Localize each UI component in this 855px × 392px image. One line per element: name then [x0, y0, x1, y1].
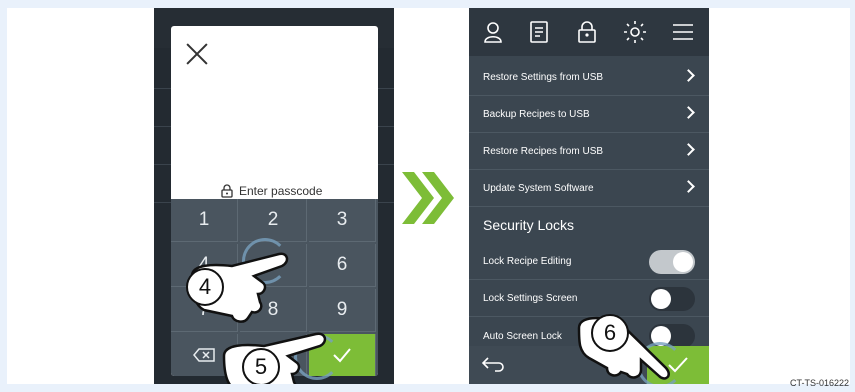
toggle-knob: [673, 252, 693, 272]
left-phone-screen: Enter passcode 1 2 3 4 5 6 7 8 9: [154, 8, 394, 384]
figure-canvas: Enter passcode 1 2 3 4 5 6 7 8 9: [0, 0, 855, 392]
chevron-right-icon: [682, 106, 695, 119]
list-item-restore-recipes[interactable]: Restore Recipes from USB: [469, 134, 709, 170]
back-arrow-icon[interactable]: [481, 356, 505, 374]
lock-icon[interactable]: [575, 20, 599, 44]
key-1[interactable]: 1: [171, 199, 238, 242]
brightness-icon[interactable]: [623, 20, 647, 44]
key-2[interactable]: 2: [240, 199, 307, 242]
chevron-right-icon: [682, 69, 695, 82]
list-item-restore-settings[interactable]: Restore Settings from USB: [469, 60, 709, 96]
section-title: Security Locks: [483, 217, 575, 233]
menu-icon[interactable]: [671, 20, 695, 44]
recipe-icon[interactable]: [527, 20, 551, 44]
list-item-label: Backup Recipes to USB: [483, 109, 590, 120]
toggle-lock-recipe[interactable]: [649, 250, 695, 274]
step-badge-4: 4: [186, 268, 224, 306]
lock-icon: [221, 184, 233, 198]
list-item-update-software[interactable]: Update System Software: [469, 171, 709, 207]
toggle-label: Auto Screen Lock: [483, 330, 562, 342]
step-badge-5: 5: [242, 348, 280, 384]
top-navigation-bar: [469, 8, 709, 56]
toggle-label: Lock Settings Screen: [483, 293, 578, 304]
list-item-label: Restore Recipes from USB: [483, 146, 604, 157]
chevron-right-icon: [682, 143, 695, 156]
passcode-placeholder: Enter passcode: [239, 184, 323, 198]
right-phone-screen: Restore Settings from USB Backup Recipes…: [469, 8, 709, 384]
list-item-label: Update System Software: [483, 183, 594, 194]
double-chevron-right-icon: [402, 172, 454, 224]
passcode-prompt[interactable]: Enter passcode: [221, 184, 322, 198]
key-3[interactable]: 3: [309, 199, 376, 242]
close-icon[interactable]: [183, 40, 211, 68]
key-6[interactable]: 6: [309, 244, 376, 287]
list-item-label: Restore Settings from USB: [483, 72, 604, 83]
list-item-backup-recipes[interactable]: Backup Recipes to USB: [469, 97, 709, 133]
user-icon[interactable]: [481, 20, 505, 44]
toggle-label: Lock Recipe Editing: [483, 256, 572, 267]
figure-caption: CT-TS-016222: [789, 378, 849, 388]
toggle-row-lock-recipe: Lock Recipe Editing: [469, 244, 709, 280]
backspace-icon: [193, 348, 215, 362]
step-badge-6: 6: [591, 314, 629, 352]
chevron-right-icon: [682, 180, 695, 193]
